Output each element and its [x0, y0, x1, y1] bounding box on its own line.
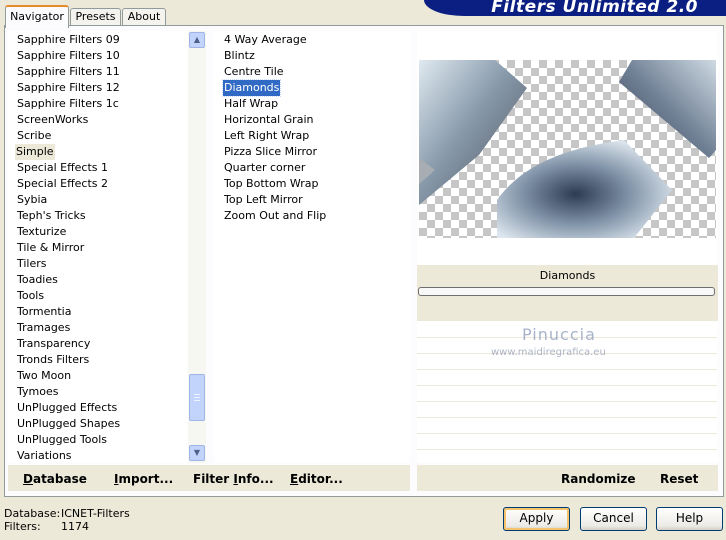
filter-item[interactable]: Half Wrap [223, 96, 279, 112]
control-slot [417, 403, 717, 418]
category-item[interactable]: Texturize [16, 224, 67, 240]
filter-item[interactable]: Top Bottom Wrap [223, 176, 320, 192]
category-item[interactable]: Transparency [16, 336, 91, 352]
category-item[interactable]: Tools [16, 288, 45, 304]
filter-item[interactable]: Centre Tile [223, 64, 285, 80]
scroll-thumb[interactable] [189, 374, 205, 421]
category-item[interactable]: Tilers [16, 256, 48, 272]
scroll-up-button[interactable]: ▲ [189, 32, 205, 48]
filters-label: Filters: [4, 520, 41, 533]
tab-presets-label: Presets [75, 10, 116, 23]
category-item[interactable]: Special Effects 1 [16, 160, 109, 176]
filter-item[interactable]: Top Left Mirror [223, 192, 304, 208]
control-slot [417, 387, 717, 402]
product-banner: Filters Unlimited 2.0 [424, 0, 726, 17]
category-item[interactable]: Variations [16, 448, 73, 463]
filter-item[interactable]: Blintz [223, 48, 256, 64]
tab-navigator[interactable]: Navigator [5, 5, 69, 28]
category-item[interactable]: Simple [15, 144, 55, 160]
category-item[interactable]: Tramages [16, 320, 71, 336]
filter-list[interactable]: 4 Way Average Blintz Centre Tile Diamonds Ha… [214, 31, 410, 463]
preview-panel: Diamonds Pinuccia www.maidiregrafica.eu [417, 31, 718, 463]
category-item[interactable]: Two Moon [16, 368, 72, 384]
category-item[interactable]: Tile & Mirror [16, 240, 85, 256]
filters-count: 1174 [61, 520, 89, 533]
control-slot [417, 371, 717, 386]
category-list[interactable]: Sapphire Filters 09 Sapphire Filters 10 Sa… [8, 31, 206, 463]
randomize-button[interactable]: Randomize [561, 472, 635, 486]
category-item[interactable]: Toadies [16, 272, 59, 288]
database-button[interactable]: Database [23, 472, 87, 486]
reset-button[interactable]: Reset [660, 472, 698, 486]
filter-name: Diamonds [539, 269, 596, 282]
category-item[interactable]: Sapphire Filters 1c [16, 96, 120, 112]
scroll-down-button[interactable]: ▼ [189, 445, 205, 461]
list-button-bar: Database Import... Filter Info... Editor… [8, 465, 410, 491]
help-button[interactable]: Help [656, 507, 723, 531]
editor-button[interactable]: Editor... [290, 472, 343, 486]
filter-item[interactable]: Diamonds [221, 79, 282, 97]
tab-about[interactable]: About [122, 8, 166, 25]
chevron-up-icon: ▲ [193, 35, 201, 44]
preview-button-bar: Randomize Reset [417, 465, 718, 491]
filter-item[interactable]: Left Right Wrap [223, 128, 310, 144]
category-item[interactable]: Teph's Tricks [16, 208, 87, 224]
category-item[interactable]: Tronds Filters [16, 352, 90, 368]
cancel-button[interactable]: Cancel [580, 507, 647, 531]
filter-item[interactable]: Zoom Out and Flip [223, 208, 327, 224]
category-scrollbar[interactable]: ▲ ▼ [188, 31, 206, 463]
filter-item[interactable]: Pizza Slice Mirror [223, 144, 318, 160]
apply-button[interactable]: Apply [503, 507, 570, 531]
control-slot [417, 419, 717, 434]
category-item[interactable]: ScreenWorks [16, 112, 89, 128]
import-button[interactable]: Import... [114, 472, 173, 486]
preview-artwork [419, 60, 716, 238]
control-slot [417, 435, 717, 450]
category-item[interactable]: Sapphire Filters 10 [16, 48, 121, 64]
category-item[interactable]: UnPlugged Effects [16, 400, 118, 416]
category-item[interactable]: Sapphire Filters 12 [16, 80, 121, 96]
watermark-site: www.maidiregrafica.eu [491, 347, 606, 358]
watermark-name: Pinuccia [522, 325, 596, 344]
database-value: ICNET-Filters [61, 507, 130, 520]
category-item[interactable]: Tymoes [16, 384, 59, 400]
filter-item[interactable]: 4 Way Average [223, 32, 308, 48]
filter-item[interactable]: Quarter corner [223, 160, 306, 176]
filter-name-panel: Diamonds [417, 265, 718, 321]
product-title: Filters Unlimited 2.0 [491, 0, 698, 17]
category-item[interactable]: Sybia [16, 192, 48, 208]
tab-presets[interactable]: Presets [70, 8, 121, 25]
category-item[interactable]: Scribe [16, 128, 52, 144]
filter-info-button[interactable]: Filter Info... [193, 472, 274, 486]
category-item[interactable]: Special Effects 2 [16, 176, 109, 192]
category-item[interactable]: Sapphire Filters 11 [16, 64, 121, 80]
category-item[interactable]: UnPlugged Tools [16, 432, 108, 448]
category-item[interactable]: UnPlugged Shapes [16, 416, 121, 432]
preview-image [419, 60, 716, 238]
database-label: Database: [4, 507, 61, 520]
category-item[interactable]: Tormentia [16, 304, 72, 320]
filter-item[interactable]: Horizontal Grain [223, 112, 314, 128]
chevron-down-icon: ▼ [193, 448, 201, 457]
tab-navigator-label: Navigator [10, 10, 64, 23]
tab-about-label: About [127, 10, 161, 23]
category-item[interactable]: Sapphire Filters 09 [16, 32, 121, 48]
progress-bar [418, 287, 715, 296]
